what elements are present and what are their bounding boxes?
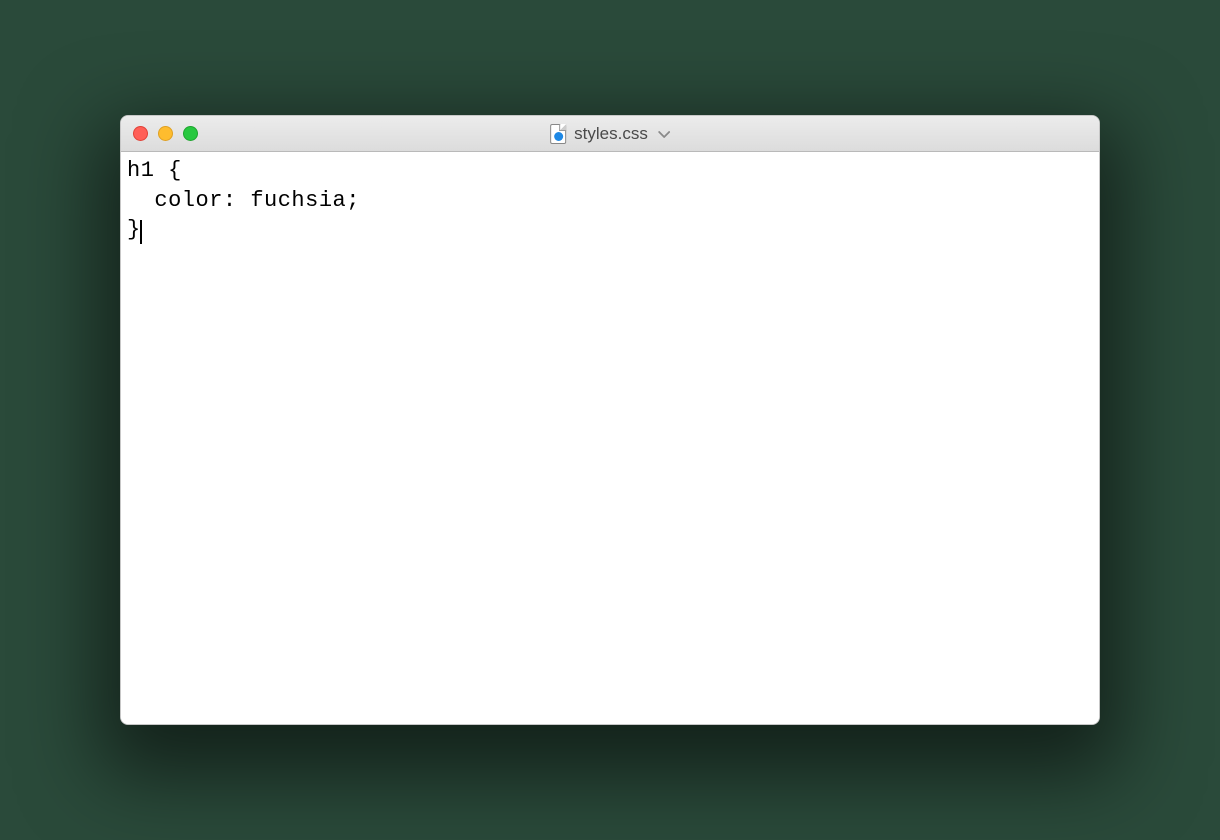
minimize-button[interactable] <box>158 126 173 141</box>
code-line-1: h1 { <box>127 158 182 183</box>
close-button[interactable] <box>133 126 148 141</box>
title-area[interactable]: styles.css <box>550 124 670 144</box>
code-line-2: color: fuchsia; <box>127 188 360 213</box>
text-editor[interactable]: h1 { color: fuchsia; } <box>121 152 1099 724</box>
text-cursor <box>140 220 142 244</box>
window-title: styles.css <box>574 124 648 144</box>
chevron-down-icon[interactable] <box>658 126 670 142</box>
titlebar[interactable]: styles.css <box>121 116 1099 152</box>
editor-window: styles.css h1 { color: fuchsia; } <box>120 115 1100 725</box>
code-line-3: } <box>127 217 141 242</box>
traffic-lights <box>133 126 198 141</box>
css-badge-icon <box>554 132 563 141</box>
file-icon <box>550 124 566 144</box>
maximize-button[interactable] <box>183 126 198 141</box>
